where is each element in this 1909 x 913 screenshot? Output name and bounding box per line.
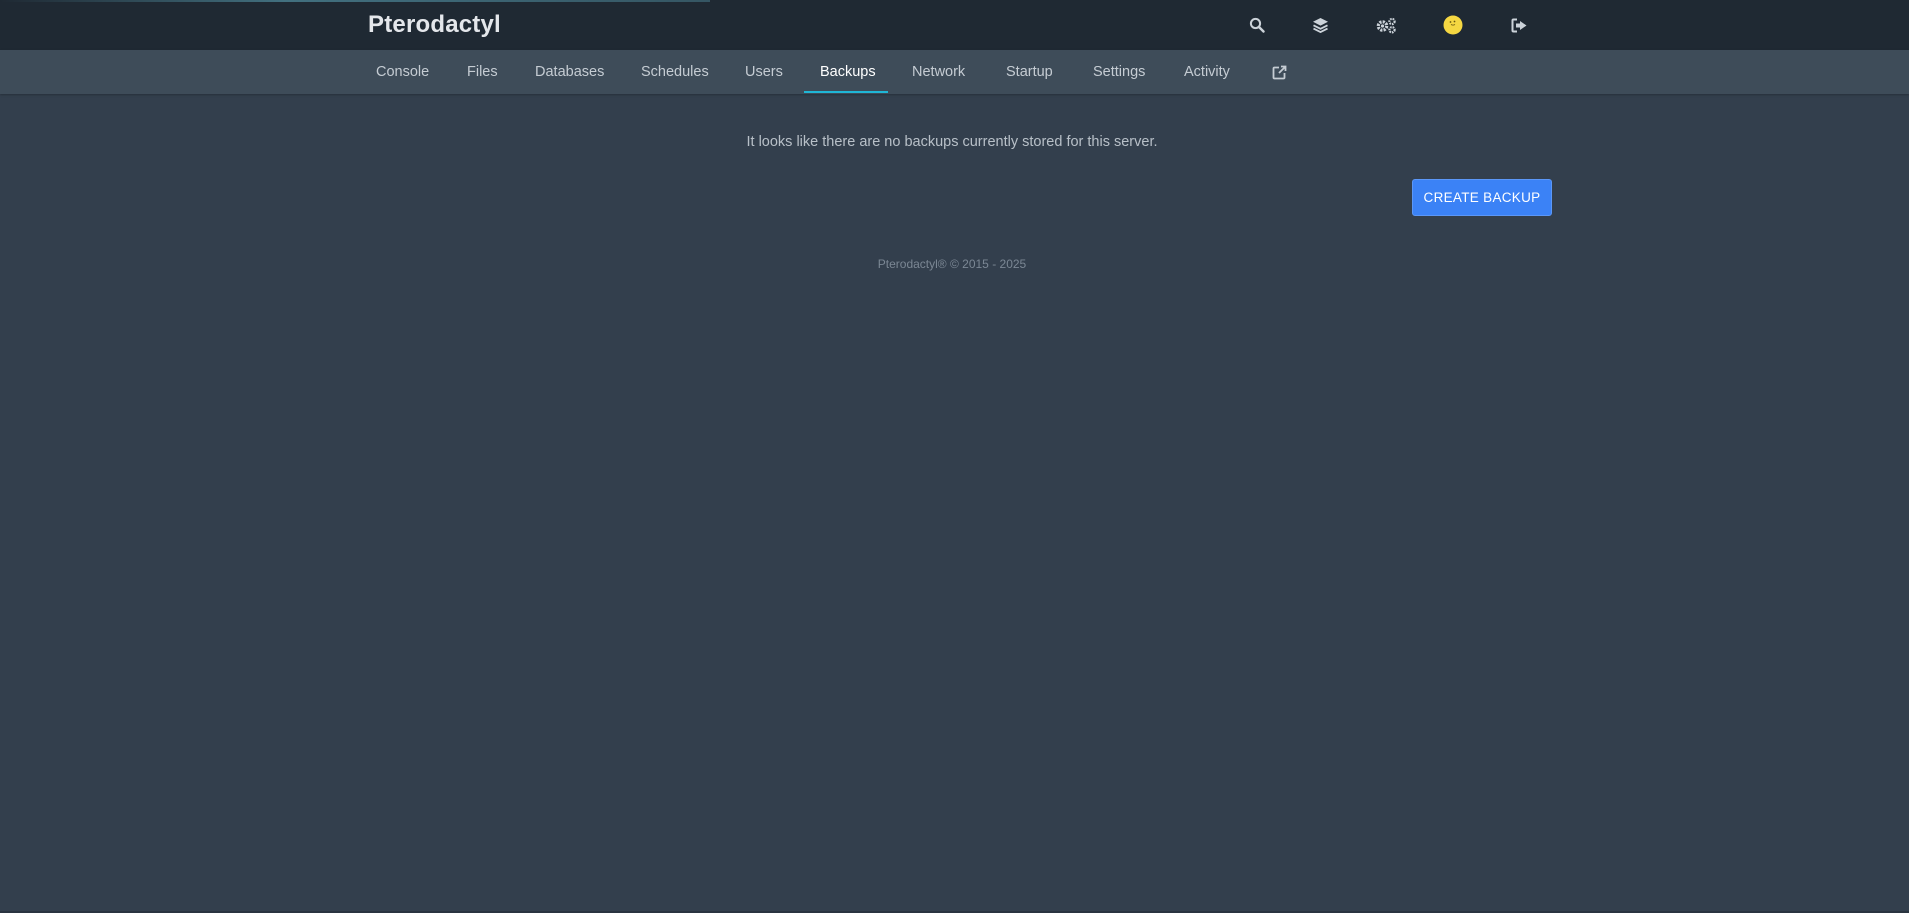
tab-backups[interactable]: Backups [820,50,876,94]
search-icon[interactable] [1242,10,1272,40]
active-tab-indicator [804,91,888,93]
tab-settings[interactable]: Settings [1093,50,1145,94]
tab-schedules[interactable]: Schedules [641,50,709,94]
loading-progress-bar [0,0,710,2]
admin-cogs-icon[interactable] [1371,10,1401,40]
logout-icon[interactable] [1504,10,1534,40]
user-avatar[interactable] [1438,10,1468,40]
external-link-icon[interactable] [1269,62,1289,82]
tab-users[interactable]: Users [745,50,783,94]
footer-copyright[interactable]: Pterodactyl® © 2015 - 2025 [0,257,1904,271]
layers-icon[interactable] [1305,10,1335,40]
create-backup-button[interactable]: CREATE BACKUP [1412,179,1552,216]
tab-console[interactable]: Console [376,50,429,94]
empty-backups-message: It looks like there are no backups curre… [746,134,1158,150]
tab-files[interactable]: Files [467,50,498,94]
server-subnav: Console Files Databases Schedules Users … [0,50,1909,94]
tab-databases[interactable]: Databases [535,50,604,94]
tab-network[interactable]: Network [912,50,965,94]
tab-activity[interactable]: Activity [1184,50,1230,94]
top-navbar: Pterodactyl [0,0,1909,50]
tab-startup[interactable]: Startup [1006,50,1053,94]
brand-logo[interactable]: Pterodactyl [368,8,501,42]
